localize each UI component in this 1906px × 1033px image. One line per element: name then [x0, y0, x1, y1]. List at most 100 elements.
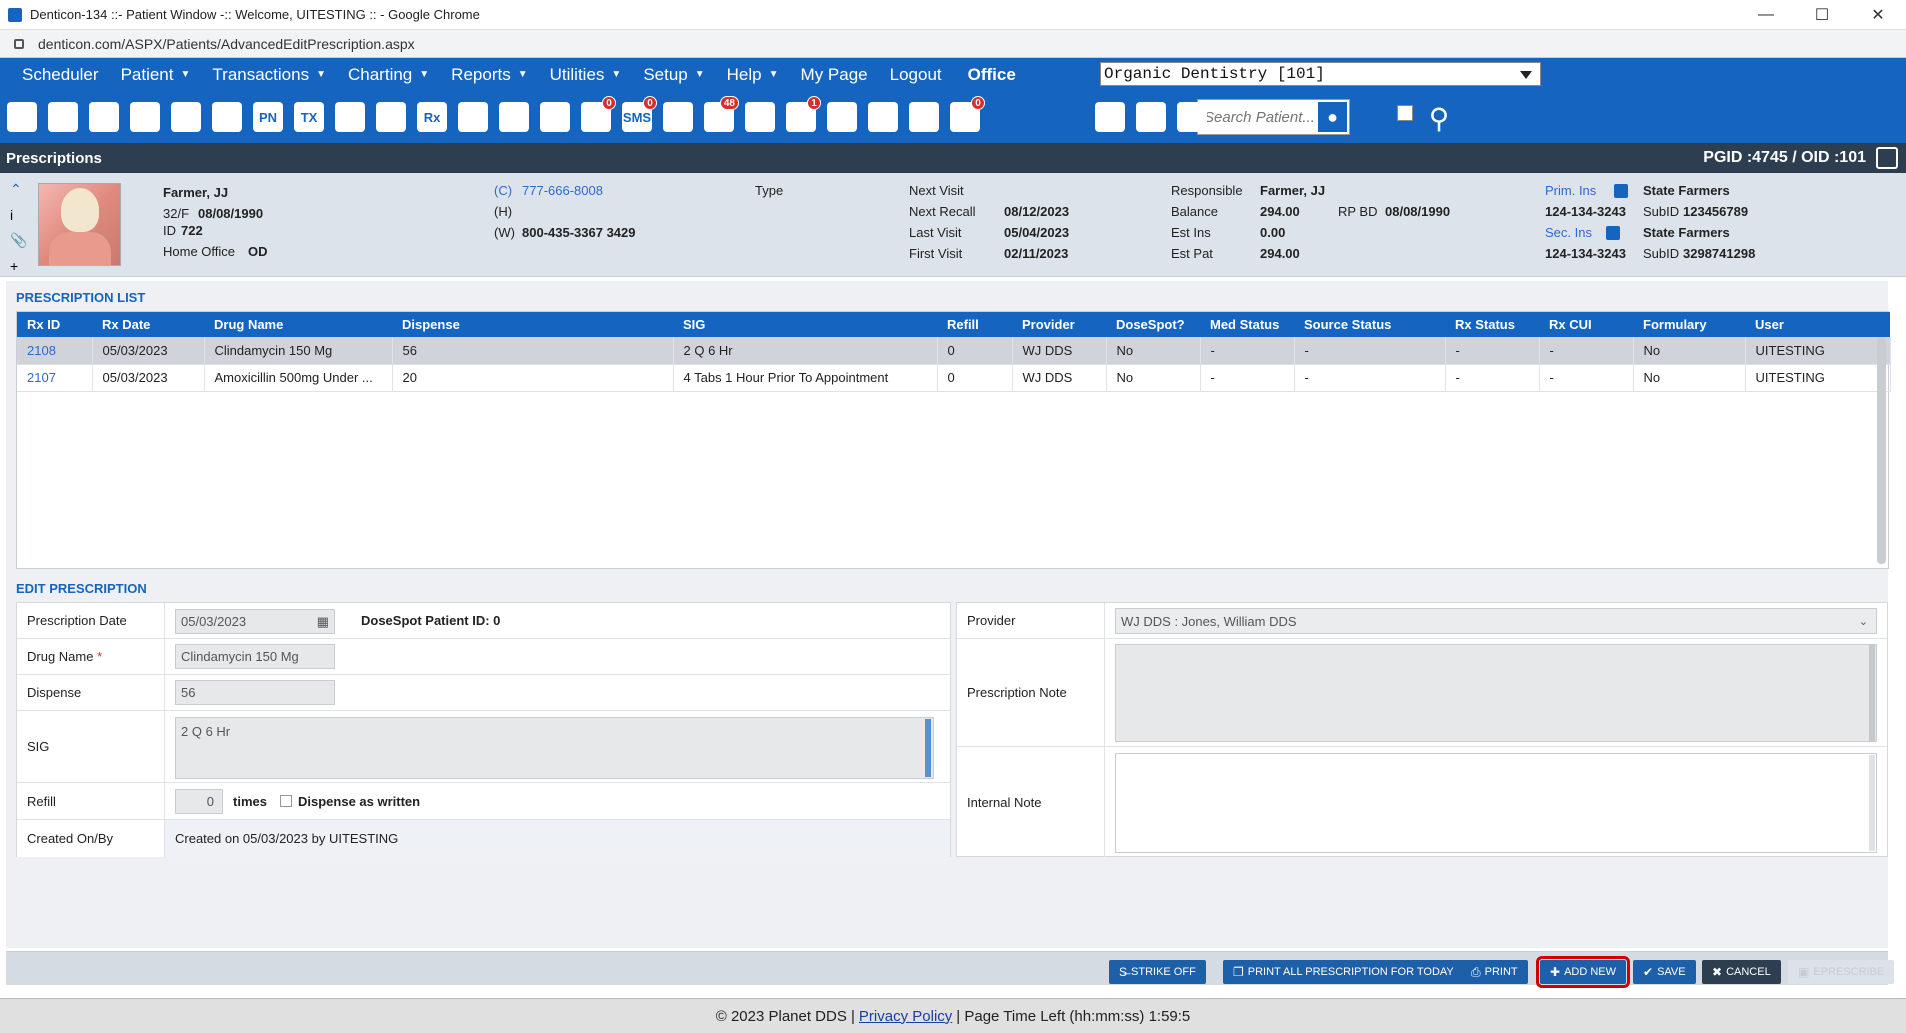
- toolbar-checkbox[interactable]: [1397, 105, 1413, 121]
- notes-icon[interactable]: [455, 98, 491, 136]
- table-cell[interactable]: 2107: [17, 364, 93, 392]
- globe-icon[interactable]: 48: [701, 96, 739, 136]
- internal-note-input[interactable]: [1115, 753, 1877, 853]
- nav-utilities[interactable]: Utilities ▼: [550, 65, 622, 85]
- clock-icon[interactable]: [660, 98, 696, 136]
- nav-my-page[interactable]: My Page: [801, 65, 868, 85]
- col-header[interactable]: Rx Status: [1445, 312, 1539, 337]
- printer-doc-icon[interactable]: [496, 98, 532, 136]
- col-header[interactable]: Med Status: [1200, 312, 1294, 337]
- add-icon[interactable]: +: [10, 258, 27, 274]
- sms-icon[interactable]: SMS 0: [619, 96, 657, 136]
- table-row[interactable]: 2107 05/03/2023 Amoxicillin 500mg Under ..…: [17, 364, 1891, 392]
- address-bar[interactable]: denticon.com/ASPX/Patients/AdvancedEditP…: [0, 30, 1906, 58]
- printer-icon[interactable]: [1133, 98, 1169, 136]
- search-input[interactable]: [1198, 108, 1316, 126]
- add-patient-icon[interactable]: [332, 98, 368, 136]
- add-group-icon[interactable]: [373, 98, 409, 136]
- col-header[interactable]: Provider: [1012, 312, 1106, 337]
- col-header[interactable]: Rx CUI: [1539, 312, 1633, 337]
- mail-icon[interactable]: [537, 98, 573, 136]
- eprescribe-button[interactable]: ▣ EPRESCRIBE: [1788, 960, 1895, 984]
- nav-patient[interactable]: Patient ▼: [121, 65, 191, 85]
- attach-icon[interactable]: 📎: [10, 232, 27, 249]
- home-icon[interactable]: [45, 98, 81, 136]
- collapse-icon[interactable]: ⌃: [10, 181, 27, 198]
- prim-ins-label[interactable]: Prim. Ins: [1545, 183, 1596, 198]
- sec-ins-edit-icon[interactable]: [1600, 224, 1620, 240]
- patient-photo[interactable]: [38, 183, 121, 266]
- note-scrollbar[interactable]: [1869, 645, 1875, 741]
- minimize-button[interactable]: —: [1738, 0, 1794, 30]
- col-header[interactable]: DoseSpot?: [1106, 312, 1200, 337]
- message-icon[interactable]: 0: [578, 96, 616, 136]
- table-cell[interactable]: 2108: [17, 337, 93, 365]
- close-button[interactable]: ✕: [1850, 0, 1906, 30]
- col-header[interactable]: Rx Date: [92, 312, 204, 337]
- tx-icon[interactable]: TX: [291, 98, 327, 136]
- prim-ins-edit-icon[interactable]: [1608, 182, 1628, 198]
- date-input[interactable]: 05/03/2023 ▦: [175, 609, 335, 634]
- pn-icon[interactable]: PN: [250, 98, 286, 136]
- col-header[interactable]: SIG: [673, 312, 937, 337]
- sec-ins-label[interactable]: Sec. Ins: [1545, 225, 1592, 240]
- drug-input[interactable]: Clindamycin 150 Mg: [175, 644, 335, 669]
- privacy-policy-link[interactable]: Privacy Policy: [859, 1008, 952, 1025]
- patient-search-icon[interactable]: ●: [1316, 100, 1349, 134]
- print-all-button[interactable]: ❐ PRINT ALL PRESCRIPTION FOR TODAY: [1223, 960, 1464, 984]
- internal-note-scrollbar[interactable]: [1869, 755, 1875, 851]
- col-header[interactable]: Source Status: [1294, 312, 1445, 337]
- col-header[interactable]: Dispense: [392, 312, 673, 337]
- calendar-icon[interactable]: ▦: [317, 614, 329, 630]
- calendar-icon[interactable]: [4, 98, 40, 136]
- tooth-chart-icon[interactable]: [209, 98, 245, 136]
- col-header[interactable]: User: [1745, 312, 1890, 337]
- provider-select[interactable]: WJ DDS : Jones, William DDS ⌄: [1115, 608, 1877, 634]
- print-page-icon[interactable]: [1876, 147, 1898, 169]
- grid-scrollbar[interactable]: [1877, 338, 1886, 564]
- web-icon[interactable]: [906, 98, 942, 136]
- cancel-button[interactable]: ✖ CANCEL: [1702, 960, 1781, 984]
- print-button[interactable]: ⎙ PRINT: [1461, 960, 1528, 984]
- refill-input[interactable]: 0: [175, 789, 223, 814]
- advanced-search-icon[interactable]: ⚲: [1420, 99, 1458, 137]
- rx-icon[interactable]: Rx: [414, 98, 450, 136]
- nav-help[interactable]: Help ▼: [727, 65, 779, 85]
- sig-textarea[interactable]: 2 Q 6 Hr: [175, 717, 934, 779]
- dental-icon[interactable]: [824, 98, 860, 136]
- strike-off-button[interactable]: S̶ STRIKE OFF: [1109, 960, 1206, 984]
- col-header[interactable]: Formulary: [1633, 312, 1745, 337]
- col-header[interactable]: Rx ID: [17, 312, 92, 337]
- patient-search[interactable]: ●: [1197, 99, 1350, 135]
- nav-logout[interactable]: Logout: [890, 65, 942, 85]
- info-icon[interactable]: i: [10, 207, 27, 223]
- prescription-note-input[interactable]: [1115, 644, 1877, 742]
- table-row[interactable]: 2108 05/03/2023 Clindamycin 150 Mg 56 2 Q 6 …: [17, 337, 1891, 365]
- recall-icon[interactable]: 1: [783, 96, 821, 136]
- tooth-icon[interactable]: [168, 98, 204, 136]
- maximize-button[interactable]: ☐: [1794, 0, 1850, 30]
- nav-scheduler[interactable]: Scheduler: [22, 65, 99, 85]
- checklist-icon[interactable]: 0: [947, 96, 985, 136]
- family-icon[interactable]: [1092, 98, 1128, 136]
- cell-phone[interactable]: 777-666-8008: [522, 183, 603, 198]
- office-select[interactable]: Organic Dentistry [101]: [1100, 62, 1541, 86]
- sig-scrollbar[interactable]: [925, 719, 931, 777]
- nav-transactions[interactable]: Transactions ▼: [212, 65, 326, 85]
- last-visit: 05/04/2023: [1004, 225, 1070, 240]
- url-text[interactable]: denticon.com/ASPX/Patients/AdvancedEditP…: [38, 36, 415, 52]
- chart-pen-icon[interactable]: [127, 98, 163, 136]
- dispense-input[interactable]: 56: [175, 680, 335, 705]
- daw-checkbox[interactable]: [280, 795, 292, 807]
- question-icon[interactable]: [865, 98, 901, 136]
- col-header[interactable]: Drug Name: [204, 312, 392, 337]
- dollar-icon[interactable]: [86, 98, 122, 136]
- download-icon[interactable]: [1174, 98, 1210, 136]
- add-new-button[interactable]: ✚ ADD NEW: [1535, 956, 1631, 988]
- nav-reports[interactable]: Reports ▼: [451, 65, 527, 85]
- nav-charting[interactable]: Charting ▼: [348, 65, 429, 85]
- save-button[interactable]: ✔ SAVE: [1633, 960, 1696, 984]
- nav-setup[interactable]: Setup ▼: [643, 65, 704, 85]
- support-icon[interactable]: [742, 98, 778, 136]
- col-header[interactable]: Refill: [937, 312, 1012, 337]
